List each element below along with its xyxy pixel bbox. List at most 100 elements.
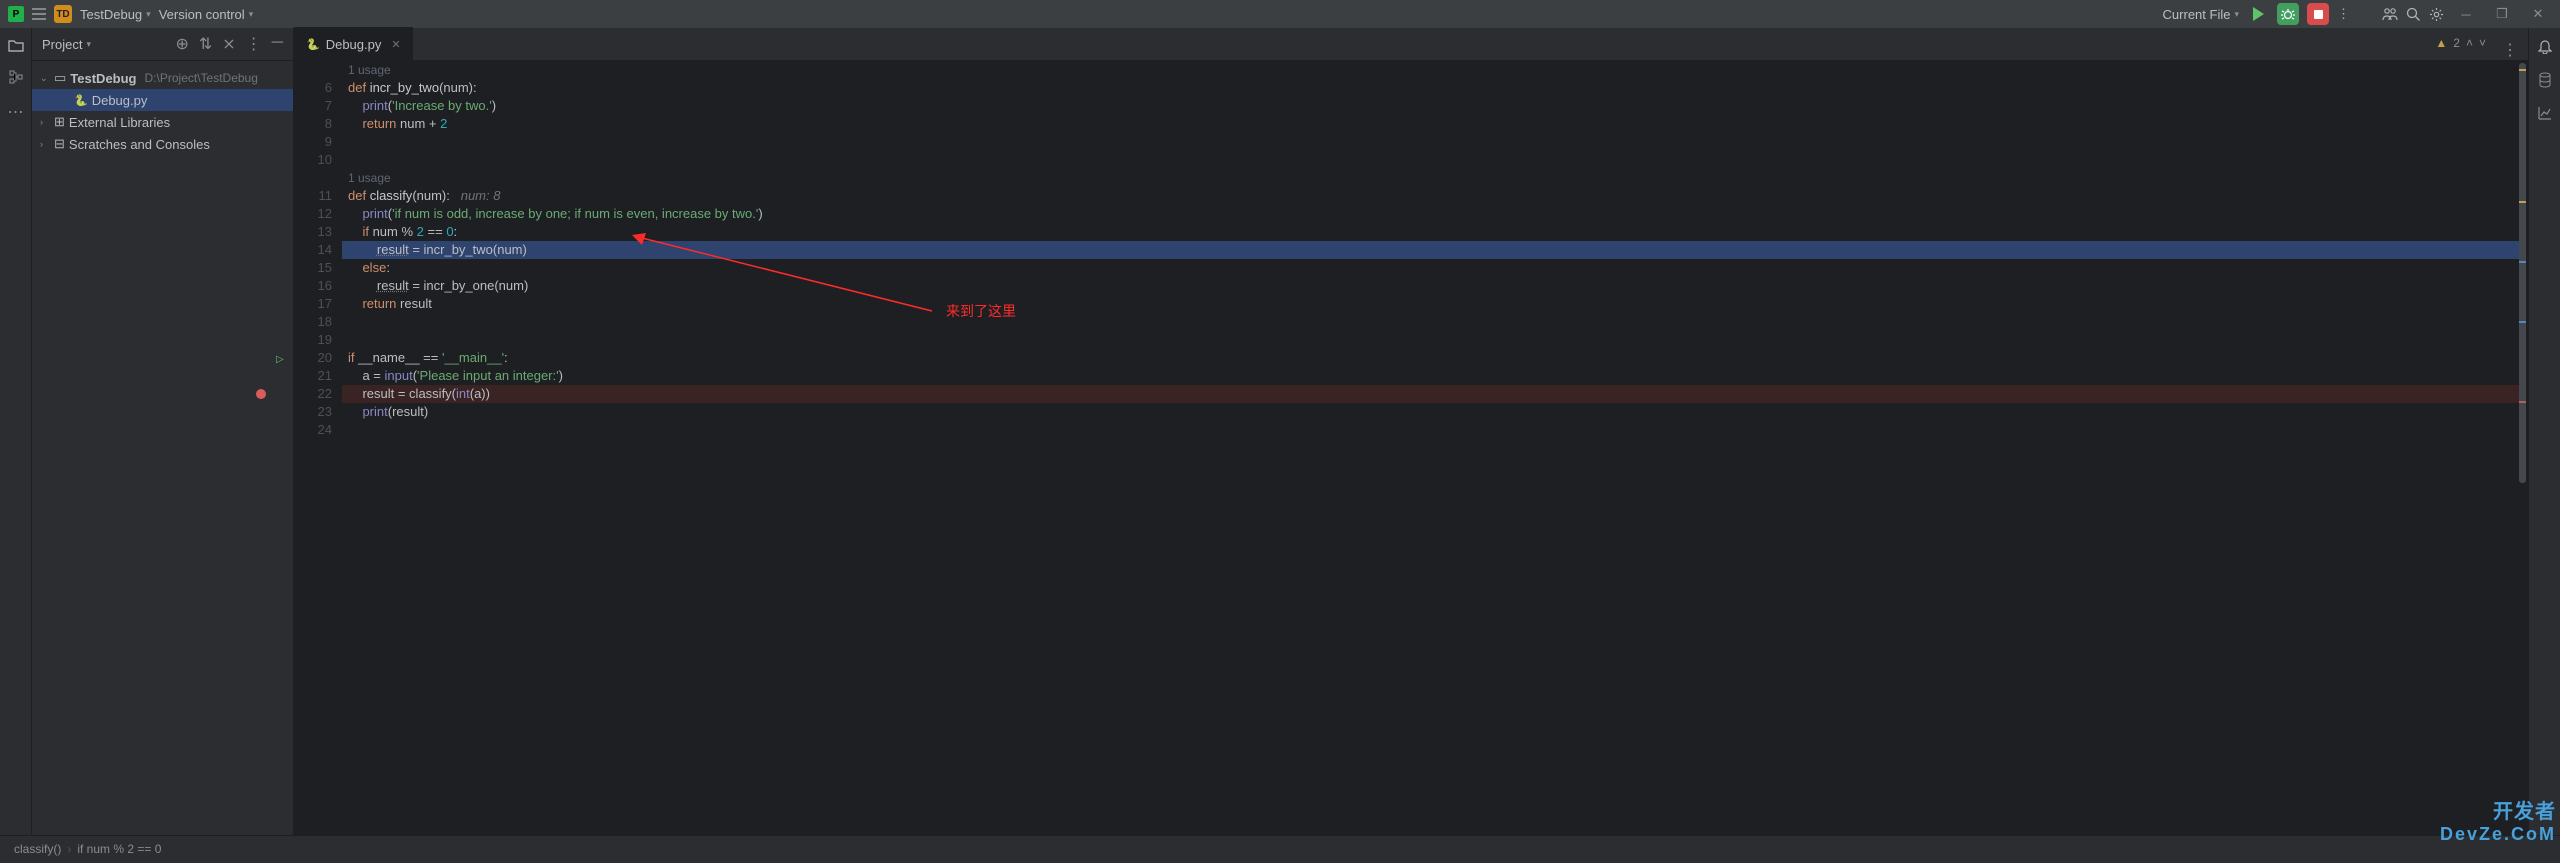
scrollbar-thumb[interactable]: [2519, 63, 2526, 483]
tree-extlibs-label: External Libraries: [69, 115, 170, 130]
tree-scratches[interactable]: › ⊟ Scratches and Consoles: [32, 133, 293, 155]
run-gutter-icon[interactable]: ▷: [276, 351, 284, 369]
search-everywhere-icon[interactable]: [2406, 7, 2421, 22]
hide-panel-icon[interactable]: ─: [272, 34, 283, 54]
editor-tab-active[interactable]: 🐍 Debug.py ✕: [294, 27, 413, 60]
scrollbar-warning-mark[interactable]: [2519, 201, 2526, 203]
run-config-selector[interactable]: Current File ▾: [2163, 7, 2239, 22]
line-number[interactable]: 19: [294, 331, 332, 349]
scrollbar-breakpoint-mark[interactable]: [2519, 401, 2526, 403]
tree-external-libs[interactable]: › ⊞ External Libraries: [32, 111, 293, 133]
window-restore[interactable]: ❐: [2488, 6, 2516, 22]
breadcrumb-item[interactable]: if num % 2 == 0: [77, 842, 161, 856]
line-number[interactable]: 16: [294, 277, 332, 295]
line-number[interactable]: 13: [294, 223, 332, 241]
code-content[interactable]: 1 usage def incr_by_two(num): print('Inc…: [342, 61, 2528, 835]
line-number[interactable]: 23: [294, 403, 332, 421]
line-number[interactable]: 18: [294, 313, 332, 331]
editor-tab-bar: 🐍 Debug.py ✕ ⋮: [294, 28, 2528, 61]
library-icon: ⊞: [54, 114, 65, 130]
tab-title: Debug.py: [326, 37, 382, 52]
tree-arrow-expanded-icon[interactable]: ⌄: [40, 73, 50, 84]
line-number[interactable]: 21: [294, 367, 332, 385]
project-panel-header: Project ▾ ⊕ ⇅ ⨯ ⋮ ─: [32, 28, 293, 61]
project-panel: Project ▾ ⊕ ⇅ ⨯ ⋮ ─ ⌄ ▭ TestDebug D:\Pro…: [32, 28, 294, 835]
tree-file-name: Debug.py: [92, 93, 148, 108]
tab-close-icon[interactable]: ✕: [391, 38, 400, 51]
sciview-tool-icon[interactable]: [2538, 106, 2552, 120]
line-number[interactable]: 17: [294, 295, 332, 313]
scrollbar-mark[interactable]: [2519, 321, 2526, 323]
line-number[interactable]: 6: [294, 79, 332, 97]
more-actions-icon[interactable]: ⋮: [2337, 6, 2350, 22]
editor-area: 🐍 Debug.py ✕ ⋮ ▲ 2 ˄ ˅ 6 7 8 9 10 1: [294, 28, 2528, 835]
inspection-count: 2: [2453, 36, 2460, 50]
chevron-down-icon: ▾: [146, 9, 151, 20]
tree-arrow-collapsed-icon[interactable]: ›: [40, 117, 50, 127]
line-number[interactable]: 20▷: [294, 349, 332, 367]
inspection-widget[interactable]: ▲ 2 ˄ ˅: [2435, 36, 2486, 50]
python-file-icon: 🐍: [74, 94, 88, 107]
line-number[interactable]: 24: [294, 421, 332, 439]
breadcrumb-item[interactable]: classify(): [14, 842, 61, 856]
usage-hint: 1 usage: [342, 61, 2528, 79]
project-tool-icon[interactable]: [8, 38, 24, 52]
inspection-prev-icon[interactable]: ˄: [2466, 36, 2473, 50]
line-number[interactable]: 7: [294, 97, 332, 115]
line-number[interactable]: 8: [294, 115, 332, 133]
right-tool-rail: [2528, 28, 2560, 835]
watermark: 开发者 DevZe.CoM: [2440, 795, 2556, 845]
line-number[interactable]: 10: [294, 151, 332, 169]
run-button[interactable]: [2247, 3, 2269, 25]
expand-all-icon[interactable]: ⇅: [199, 34, 212, 54]
chevron-down-icon[interactable]: ▾: [86, 39, 91, 50]
window-minimize[interactable]: ─: [2452, 7, 2480, 22]
panel-options-icon[interactable]: ⋮: [246, 34, 262, 54]
watermark-line1: 开发者: [2440, 795, 2556, 824]
tab-list-icon[interactable]: ⋮: [2502, 40, 2518, 60]
run-config-label: Current File: [2163, 7, 2231, 22]
inspection-next-icon[interactable]: ˅: [2479, 36, 2486, 50]
tree-root[interactable]: ⌄ ▭ TestDebug D:\Project\TestDebug: [32, 67, 293, 89]
line-number[interactable]: 22: [294, 385, 332, 403]
line-number[interactable]: 9: [294, 133, 332, 151]
code-with-me-icon[interactable]: [2382, 7, 2398, 21]
annotation-text: 来到了这里: [946, 301, 1016, 321]
debug-button[interactable]: [2277, 3, 2299, 25]
line-number[interactable]: 11: [294, 187, 332, 205]
select-opened-file-icon[interactable]: ⊕: [175, 34, 188, 54]
breakpoint-icon[interactable]: [256, 389, 266, 399]
project-selector[interactable]: TestDebug ▾: [80, 7, 151, 22]
settings-icon[interactable]: [2429, 7, 2444, 22]
more-tools-icon[interactable]: ⋯: [8, 102, 24, 122]
code-editor[interactable]: 6 7 8 9 10 11 12 13 14 15 16 17 18 19 20…: [294, 61, 2528, 835]
main-menu-icon[interactable]: [32, 8, 46, 20]
project-tree: ⌄ ▭ TestDebug D:\Project\TestDebug 🐍 Deb…: [32, 61, 293, 155]
scrollbar-exec-mark[interactable]: [2519, 261, 2526, 263]
project-panel-title: Project: [42, 37, 82, 52]
collapse-all-icon[interactable]: ⨯: [222, 34, 235, 54]
window-close[interactable]: ✕: [2524, 6, 2552, 22]
notifications-icon[interactable]: [2538, 38, 2552, 54]
tree-root-name: TestDebug: [70, 71, 136, 86]
line-number[interactable]: 12: [294, 205, 332, 223]
line-number[interactable]: 15: [294, 259, 332, 277]
main-area: ⋯ Project ▾ ⊕ ⇅ ⨯ ⋮ ─ ⌄ ▭ TestDebug D:\P…: [0, 28, 2560, 835]
tree-file-selected[interactable]: 🐍 Debug.py: [32, 89, 293, 111]
usage-hint: 1 usage: [342, 169, 2528, 187]
titlebar: P TD TestDebug ▾ Version control ▾ Curre…: [0, 0, 2560, 28]
watermark-line2: DevZe.CoM: [2440, 824, 2556, 845]
stop-button[interactable]: [2307, 3, 2329, 25]
database-tool-icon[interactable]: [2538, 72, 2552, 88]
scrollbar-warning-mark[interactable]: [2519, 69, 2526, 71]
editor-scrollbar[interactable]: [2516, 61, 2528, 835]
tree-arrow-collapsed-icon[interactable]: ›: [40, 139, 50, 149]
chevron-down-icon: ▾: [2234, 9, 2239, 20]
vcs-menu[interactable]: Version control ▾: [159, 7, 254, 22]
python-file-icon: 🐍: [306, 38, 320, 51]
tree-scratches-label: Scratches and Consoles: [69, 137, 210, 152]
structure-tool-icon[interactable]: [9, 70, 23, 84]
tree-root-path: D:\Project\TestDebug: [145, 71, 258, 85]
line-number[interactable]: 14: [294, 241, 332, 259]
gutter[interactable]: 6 7 8 9 10 11 12 13 14 15 16 17 18 19 20…: [294, 61, 342, 835]
